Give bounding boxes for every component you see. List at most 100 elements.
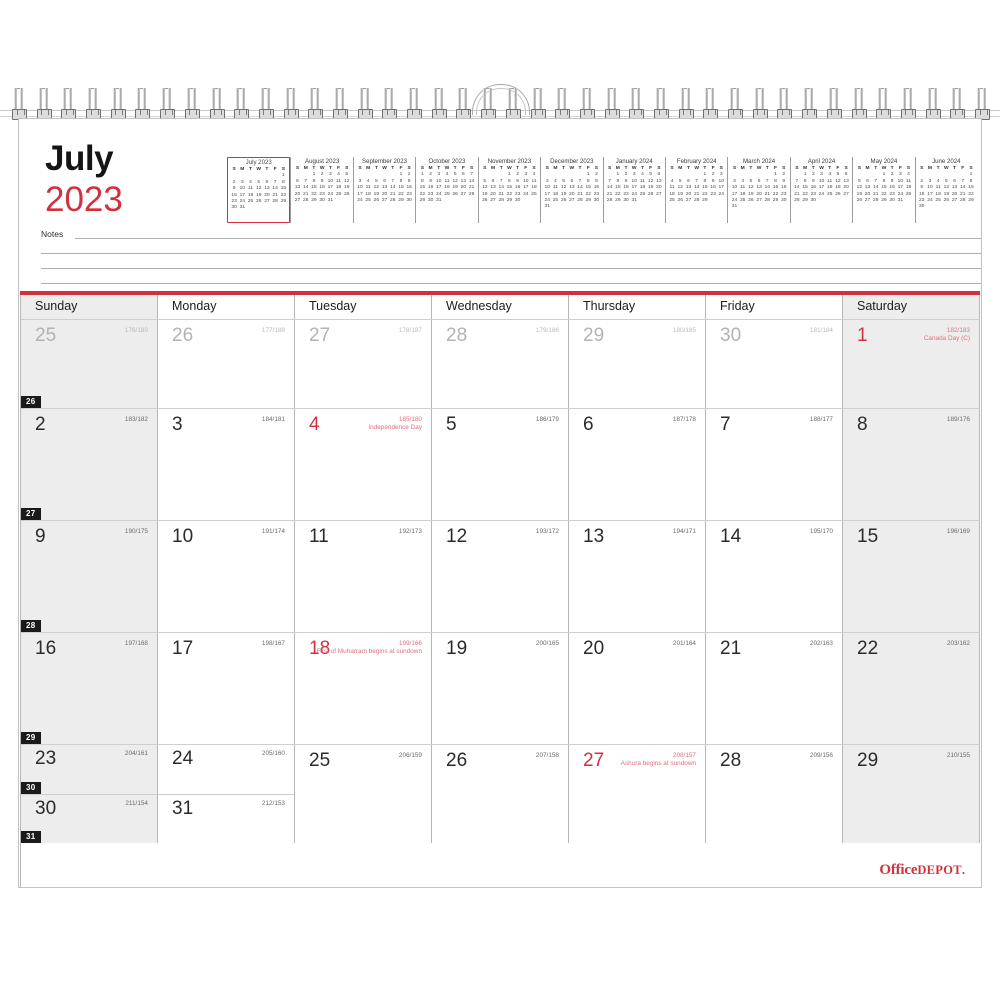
day-cell-27[interactable]: 27 208/157 Ashura begins at sundown [569, 745, 706, 843]
day-number: 12 [446, 526, 468, 547]
mini-calendar-5[interactable]: November 2023 S M T W T F S 1 2 3 4 5 6 7 8 9 10 11 12 13 14 1… [477, 157, 540, 223]
day-meta: 200/165 [536, 640, 559, 648]
mini-calendar-6[interactable]: December 2023 S M T W T F S 1 2 3 4 5 6 7 8 9 10 11 12 13 14 1… [540, 157, 602, 223]
day-cell-7[interactable]: 7 188/177 [706, 409, 843, 520]
mini-calendar-7[interactable]: January 2024 S M T W T F S 1 2 3 4 5 6 7 8 9 10 11 12 13 14 15… [602, 157, 665, 223]
day-cell-25[interactable]: 25 176/189 [21, 320, 158, 408]
day-cell-17[interactable]: 17 198/167 [158, 633, 295, 744]
day-cell-3[interactable]: 3 184/181 [158, 409, 295, 520]
day-cell-28[interactable]: 28 179/186 [432, 320, 569, 408]
mini-day-cell: 31 [731, 204, 738, 210]
day-cell-31[interactable]: 31 212/153 [158, 793, 294, 844]
day-cell-1[interactable]: 1 182/183 Canada Day (C) [843, 320, 980, 408]
spiral-coil [900, 88, 916, 120]
mini-calendar-10[interactable]: April 2024 S M T W T F S 1 2 3 4 5 6 7 8 9 10 11 12 13 14 15 16… [789, 157, 852, 223]
mini-calendar-4[interactable]: October 2023 S M T W T F S 1 2 3 4 5 6 7 8 9 10 11 12 13 14 15… [415, 157, 477, 223]
day-cell-16[interactable]: 16 197/168 [21, 633, 158, 744]
day-cell-26[interactable]: 26 207/158 [432, 745, 569, 843]
notes-area[interactable]: Notes [19, 229, 981, 291]
day-cell-10[interactable]: 10 191/174 [158, 521, 295, 632]
day-cell-30[interactable]: 30 181/184 [706, 320, 843, 408]
day-cell-21[interactable]: 21 202/163 [706, 633, 843, 744]
mini-calendar-9[interactable]: March 2024 S M T W T F S 1 2 3 4 5 6 7 8 9 10 11 12 13 14 15 16… [727, 157, 789, 223]
mini-day-cell: 30 [231, 205, 237, 211]
day-number: 23 [35, 748, 57, 769]
mini-day-cell: 26 [835, 191, 841, 197]
mini-day-cell: 25 [531, 191, 537, 197]
mini-day-cell: 27 [569, 198, 575, 204]
day-cell-15[interactable]: 15 196/169 [843, 521, 980, 632]
split-day-column-1: 24 205/160 31 212/153 [158, 745, 295, 843]
day-meta: 210/155 [947, 752, 970, 760]
day-cell-29[interactable]: 29 210/155 [843, 745, 980, 843]
day-meta: 212/153 [262, 800, 285, 808]
mini-calendar-strip: July 2023 S M T W T F S 1 2 3 4 5 6 7 8 9 10 11 12 13 14 15 16 1… [227, 157, 977, 223]
notes-rule-line [41, 253, 981, 254]
day-cell-11[interactable]: 11 192/173 [295, 521, 432, 632]
mini-day-cell: 31 [327, 198, 334, 204]
day-cell-25[interactable]: 25 206/159 [295, 745, 432, 843]
mini-day-cell: 28 [873, 198, 879, 204]
mini-calendar-title: February 2024 [676, 158, 717, 165]
mini-day-cell: 24 [357, 198, 363, 204]
mini-calendar-title: April 2024 [807, 158, 836, 165]
day-cell-5[interactable]: 5 186/179 [432, 409, 569, 520]
day-cell-18[interactable]: 18 199/166 First of Muharram begins at sun… [295, 633, 432, 744]
day-cell-28[interactable]: 28 209/156 [706, 745, 843, 843]
mini-day-cell: 30 [889, 198, 895, 204]
day-of-year: 189/176 [946, 416, 970, 423]
week-row-26: 25 176/189 26 177/188 27 178/187 28 179/186 29 18… [21, 319, 980, 408]
mini-calendar-title: September 2023 [362, 158, 408, 165]
day-cell-12[interactable]: 12 193/172 [432, 521, 569, 632]
day-of-year: 187/178 [672, 416, 696, 423]
mini-day-cell: 29 [802, 198, 808, 204]
mini-day-cell: 25 [552, 198, 559, 204]
mini-calendar-3[interactable]: September 2023 S M T W T F S 1 2 3 4 5 6 7 8 9 10 11 12 13 14… [352, 157, 415, 223]
spiral-coil [604, 88, 620, 120]
mini-day-cell: 27 [490, 198, 496, 204]
day-number: 13 [583, 526, 605, 547]
day-cell-14[interactable]: 14 195/170 [706, 521, 843, 632]
mini-day-cell: 26 [943, 198, 950, 204]
mini-calendar-title: June 2024 [932, 158, 961, 165]
mini-day-cell: 27 [264, 199, 270, 205]
day-meta: 183/182 [125, 416, 148, 424]
day-cell-6[interactable]: 6 187/178 [569, 409, 706, 520]
mini-calendar-8[interactable]: February 2024 S M T W T F S 1 2 3 4 5 6 7 8 9 10 11 12 13 14 1… [664, 157, 727, 223]
spiral-coil [110, 88, 126, 120]
day-meta: 186/179 [536, 416, 559, 424]
day-of-year: 192/173 [398, 528, 422, 535]
day-cell-24[interactable]: 24 205/160 [158, 745, 294, 794]
day-cell-23[interactable]: 23 204/161 30 [21, 745, 157, 794]
day-cell-29[interactable]: 29 180/185 [569, 320, 706, 408]
day-of-year: 201/164 [672, 640, 696, 647]
day-cell-9[interactable]: 9 190/175 [21, 521, 158, 632]
day-number: 2 [35, 414, 46, 435]
day-cell-20[interactable]: 20 201/164 [569, 633, 706, 744]
mini-calendar-1[interactable]: July 2023 S M T W T F S 1 2 3 4 5 6 7 8 9 10 11 12 13 14 15 16 1… [227, 157, 291, 223]
day-cell-2[interactable]: 2 183/182 [21, 409, 158, 520]
day-cell-4[interactable]: 4 185/180 Independence Day [295, 409, 432, 520]
day-number: 26 [446, 750, 468, 771]
day-cell-26[interactable]: 26 177/188 [158, 320, 295, 408]
mini-day-cell: 28 [272, 199, 278, 205]
day-meta: 189/176 [947, 416, 970, 424]
mini-calendar-title: October 2023 [428, 158, 466, 165]
day-cell-13[interactable]: 13 194/171 [569, 521, 706, 632]
mini-calendar-12[interactable]: June 2024 S M T W T F S 1 2 3 4 5 6 7 8 9 10 11 12 13 14 15 16 1… [914, 157, 977, 223]
spiral-coil [728, 88, 744, 120]
mini-day-cell: 29 [615, 198, 621, 204]
day-number: 30 [35, 797, 57, 819]
mini-calendar-2[interactable]: August 2023 S M T W T F S 1 2 3 4 5 6 7 8 9 10 11 12 13 14 15 1… [290, 157, 352, 223]
day-cell-19[interactable]: 19 200/165 [432, 633, 569, 744]
mini-day-cell: 30 [780, 198, 787, 204]
day-cell-27[interactable]: 27 178/187 [295, 320, 432, 408]
day-number: 17 [172, 638, 194, 659]
mini-calendar-11[interactable]: May 2024 S M T W T F S 1 2 3 4 5 6 7 8 9 10 11 12 13 14 15 16 17… [852, 157, 914, 223]
day-cell-30[interactable]: 30 211/154 31 [21, 793, 157, 843]
day-cell-8[interactable]: 8 189/176 [843, 409, 980, 520]
mini-day-cell: 31 [631, 198, 637, 204]
mini-calendar-grid: S M T W T F S 1 2 3 4 5 6 7 8 9 10 11 12 13 14 15 16 17 18 19 20 21… [543, 166, 600, 211]
mini-calendar-grid: S M T W T F S 1 2 3 4 5 6 7 8 9 10 11 12 13 14 15 16 17 18 19 20 21… [481, 166, 538, 204]
day-cell-22[interactable]: 22 203/162 [843, 633, 980, 744]
